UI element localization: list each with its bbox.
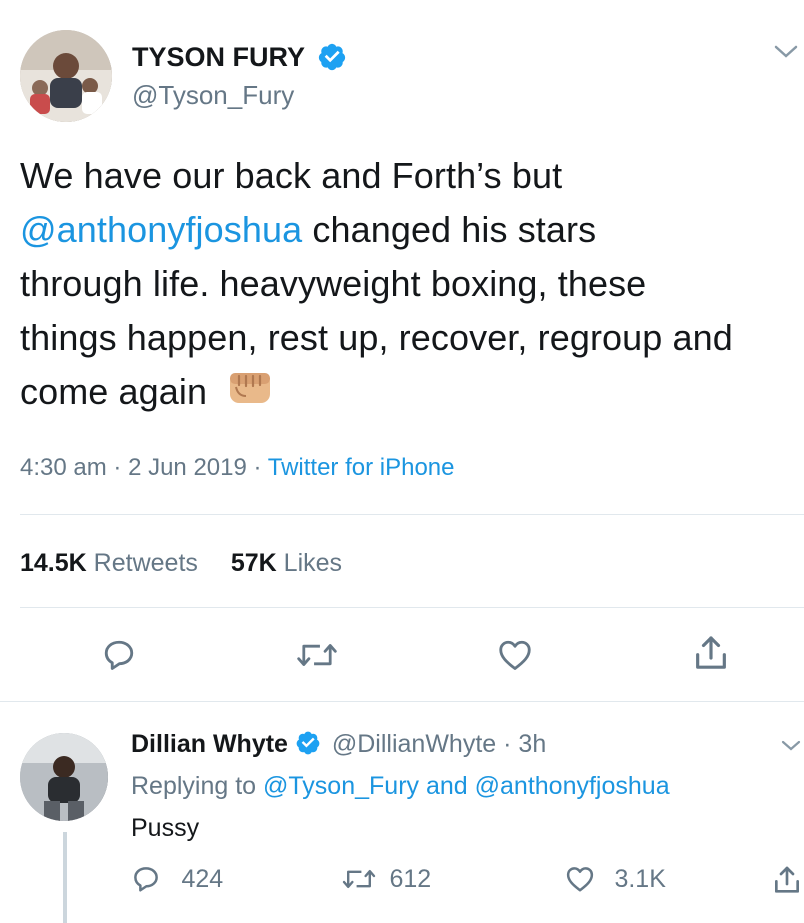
tweet-line-2-text: changed his stars <box>302 209 597 250</box>
thread-line <box>63 832 67 923</box>
retweets-count: 14.5K <box>20 549 87 577</box>
reply-text: Pussy <box>131 814 200 842</box>
oncoming-fist-emoji <box>230 373 271 403</box>
author-avatar[interactable] <box>20 30 112 122</box>
chevron-down-icon[interactable] <box>772 42 800 62</box>
reply-icon[interactable] <box>101 637 137 673</box>
reply-action-bar: 424 612 3.1K <box>131 864 804 904</box>
reply-author-avatar[interactable] <box>20 733 108 821</box>
reply-time[interactable]: 3h <box>518 730 546 758</box>
tweet-meta: 4:30 am · 2 Jun 2019 · Twitter for iPhon… <box>20 454 455 482</box>
tweet-line-5-text: come again <box>20 371 208 412</box>
replying-prefix: Replying to <box>131 772 257 800</box>
author-name-row: TYSON FURY <box>132 42 347 73</box>
retweets-stat[interactable]: 14.5K Retweets <box>20 549 205 577</box>
share-icon[interactable] <box>691 633 731 673</box>
divider <box>20 514 804 515</box>
reply-retweet-action[interactable]: 612 <box>341 864 431 894</box>
tweet-line-2: @anthonyfjoshua changed his stars <box>20 203 804 257</box>
likes-count: 57K <box>230 549 277 577</box>
divider <box>0 701 804 702</box>
meta-separator: · <box>113 454 122 481</box>
tweet-line-1: We have our back and Forth’s but <box>20 155 563 196</box>
retweet-icon <box>342 870 376 889</box>
tweet-time[interactable]: 4:30 am <box>20 454 107 481</box>
reply-count: 424 <box>181 864 224 893</box>
tweet-line-3: through life. heavyweight boxing, these <box>20 263 647 304</box>
likes-label: Likes <box>283 549 343 577</box>
share-icon[interactable] <box>771 864 803 896</box>
retweet-icon[interactable] <box>295 637 339 673</box>
replying-user-1[interactable]: @Tyson_Fury <box>263 772 419 800</box>
engagement-counts: 14.5K Retweets 57K Likes <box>20 549 342 578</box>
mention-link[interactable]: @anthonyfjoshua <box>20 209 302 250</box>
likes-stat[interactable]: 57K Likes <box>231 549 342 577</box>
like-count: 3.1K <box>614 864 666 893</box>
reply-reply-action[interactable]: 424 <box>131 864 223 894</box>
divider <box>20 607 804 608</box>
reply-separator: · <box>503 730 512 758</box>
heart-icon[interactable] <box>496 637 534 673</box>
chevron-down-icon[interactable] <box>780 738 802 754</box>
tweet-line-4: things happen, rest up, recover, regroup… <box>20 317 733 358</box>
tweet-date[interactable]: 2 Jun 2019 <box>128 454 247 481</box>
reply-header: Dillian Whyte @DillianWhyte · 3h <box>131 730 546 759</box>
replying-user-2[interactable]: @anthonyfjoshua <box>475 772 670 800</box>
verified-badge-icon <box>318 43 345 70</box>
avatar-image <box>20 30 112 122</box>
tweet-source[interactable]: Twitter for iPhone <box>268 454 455 481</box>
reply-icon <box>134 867 158 892</box>
tweet-line-5: come again <box>20 365 804 419</box>
author-handle[interactable]: @Tyson_Fury <box>132 80 294 111</box>
reply-avatar-image <box>20 733 108 821</box>
retweets-label: Retweets <box>93 549 198 577</box>
heart-icon <box>566 867 594 892</box>
tweet-text: We have our back and Forth’s but @anthon… <box>20 149 804 419</box>
reply-handle[interactable]: @DillianWhyte <box>332 730 496 758</box>
meta-separator: · <box>253 454 262 481</box>
replying-and: and <box>425 772 468 800</box>
retweet-count: 612 <box>389 864 432 893</box>
reply-author-name[interactable]: Dillian Whyte <box>131 730 288 758</box>
reply-like-action[interactable]: 3.1K <box>564 864 666 894</box>
replying-to: Replying to @Tyson_Fury and @anthonyfjos… <box>131 772 670 801</box>
author-name[interactable]: TYSON FURY <box>132 42 305 72</box>
verified-badge-icon <box>296 732 320 755</box>
